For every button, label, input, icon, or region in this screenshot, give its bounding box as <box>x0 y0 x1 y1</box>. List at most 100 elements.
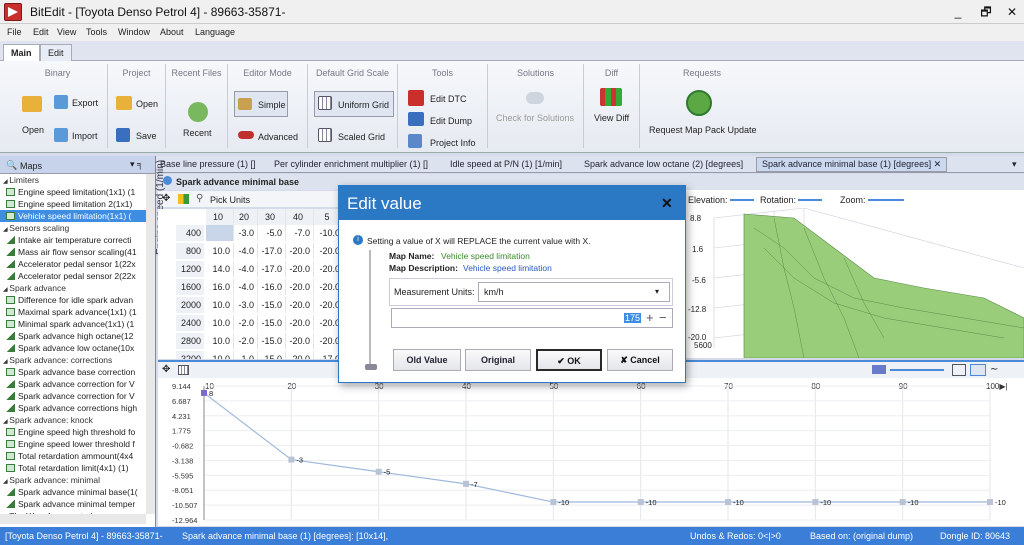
grid-cell[interactable]: -7.0 <box>286 225 314 241</box>
elevation-slider[interactable] <box>730 199 754 201</box>
grid-cell[interactable]: 20.0 <box>286 351 314 359</box>
recent-button[interactable]: Recent <box>183 128 212 138</box>
tree-item[interactable]: Difference for idle spark advan <box>0 294 146 306</box>
tree-item[interactable]: Spark advance corrections high <box>0 402 146 414</box>
grid-cell[interactable]: -15.0 <box>258 333 286 349</box>
data-point[interactable] <box>987 499 993 506</box>
grid-cell[interactable]: -20.0 <box>286 297 314 313</box>
grid-cell[interactable]: -17.0 <box>258 243 286 259</box>
grid-cell[interactable]: 16.0 <box>206 279 234 295</box>
tree-item[interactable]: Spark advance low octane(10x <box>0 342 146 354</box>
project-open-button[interactable]: Open <box>136 99 158 109</box>
grid-cell[interactable]: -4.0 <box>234 243 258 259</box>
grid-cell[interactable]: -17.0 <box>258 261 286 277</box>
grid-cell[interactable]: -5.0 <box>258 225 286 241</box>
color-map-icon[interactable] <box>178 194 189 204</box>
tree-item[interactable]: Spark advance correction for V <box>0 390 146 402</box>
tree-category[interactable]: ◢ Spark advance: corrections <box>0 354 146 366</box>
restore-button[interactable]: 🗗 <box>972 3 1000 21</box>
tree-item[interactable]: Spark advance base correction <box>0 366 146 378</box>
line-mode-icon[interactable] <box>970 364 986 376</box>
tree-item[interactable]: Mass air flow sensor scaling(41 <box>0 246 146 258</box>
request-update-button[interactable]: Request Map Pack Update <box>649 125 757 135</box>
tab-edit[interactable]: Edit <box>40 44 72 61</box>
grid-cell[interactable]: 1.0 <box>234 351 258 359</box>
grid-cell[interactable]: -15.0 <box>258 297 286 313</box>
data-point[interactable] <box>375 468 382 475</box>
grid-cell[interactable]: -15.0 <box>258 315 286 331</box>
3d-view[interactable]: Elevation: Rotation: Zoom: 8.8 1.6 -5.6 … <box>684 190 1024 358</box>
grid-cell[interactable]: -20.0 <box>286 261 314 277</box>
decrement-button[interactable]: − <box>659 310 667 325</box>
tree-item[interactable]: Spark advance minimal temper <box>0 498 146 510</box>
old-value-button[interactable]: Old Value <box>393 349 461 371</box>
map-grid[interactable]: 10 20 30 40 5 400 8.0 -3.0 -5.0 -7.0 -10.0 800 10.0-… <box>158 209 348 359</box>
menu-language[interactable]: Language <box>195 27 235 37</box>
tree-category[interactable]: ◢ Sensors scaling <box>0 222 146 234</box>
menu-view[interactable]: View <box>57 27 76 37</box>
value-input[interactable]: 175 + − <box>391 308 673 328</box>
tree-item[interactable]: Engine speed high threshold fo <box>0 426 146 438</box>
tree-item[interactable]: Accelerator pedal sensor 2(22x <box>0 270 146 282</box>
original-button[interactable]: Original <box>465 349 531 371</box>
data-point[interactable] <box>725 499 731 506</box>
tree-item[interactable]: Accelerator pedal sensor 1(22x <box>0 258 146 270</box>
grid-cell[interactable]: -3.0 <box>234 297 258 313</box>
grid-cell[interactable]: -20.0 <box>286 279 314 295</box>
2d-chart[interactable]: ✥ ∼ 10 20 30 40 50 60 70 80 90 100▶| 9.144 6.687 4.2… <box>158 360 1024 526</box>
open-binary-button[interactable]: Open <box>22 125 44 135</box>
tab-spark-advance-minimal-base[interactable]: Spark advance minimal base (1) [degrees]… <box>756 157 948 172</box>
grid-cell[interactable]: 8.0 <box>206 225 234 241</box>
edit-dump-button[interactable]: Edit Dump <box>430 116 472 126</box>
increment-button[interactable]: + <box>646 310 654 325</box>
close-button[interactable]: ✕ <box>1000 3 1024 21</box>
rotation-slider[interactable] <box>798 199 822 201</box>
check-solutions-button[interactable]: Check for Solutions <box>496 113 574 123</box>
menu-about[interactable]: About <box>160 27 184 37</box>
tree-item[interactable]: Engine speed limitation(1x1) (1 <box>0 186 146 198</box>
tab-list-dropdown[interactable]: ▾ <box>1012 159 1017 170</box>
data-point[interactable] <box>288 456 295 463</box>
grid-cell[interactable]: 10.0 <box>206 351 234 359</box>
grid-cell[interactable]: 10.0 <box>206 243 234 259</box>
data-point[interactable] <box>201 389 207 396</box>
data-point[interactable] <box>899 499 906 506</box>
grid-cell[interactable]: -3.0 <box>234 225 258 241</box>
import-button[interactable]: Import <box>72 131 98 141</box>
value-slider-track[interactable] <box>369 250 371 366</box>
data-point[interactable] <box>637 499 644 506</box>
tree-item[interactable]: Spark advance high octane(12 <box>0 330 146 342</box>
save-button[interactable]: Save <box>136 131 157 141</box>
grid-cell[interactable]: 14.0 <box>206 261 234 277</box>
tree-category[interactable]: ◢ Spark advance <box>0 282 146 294</box>
grid-toggle-icon[interactable] <box>952 364 966 376</box>
grid-cell[interactable]: -20.0 <box>286 315 314 331</box>
data-point[interactable] <box>463 480 469 487</box>
grid-cell[interactable]: 15.0 <box>258 351 286 359</box>
tree-category[interactable]: ◢ Spark advance: minimal <box>0 474 146 486</box>
units-select[interactable]: km/h ▾ <box>478 282 670 302</box>
curve-mode-icon[interactable]: ∼ <box>990 364 998 375</box>
tree-item[interactable]: Minimal spark advance(1x1) (1 <box>0 318 146 330</box>
table-view-icon[interactable] <box>178 365 189 375</box>
edit-dtc-button[interactable]: Edit DTC <box>430 94 467 104</box>
tree-item[interactable]: Spark advance correction for V <box>0 378 146 390</box>
menu-file[interactable]: File <box>7 27 22 37</box>
tree-item[interactable]: Engine speed lower threshold f <box>0 438 146 450</box>
grid-cell[interactable]: -2.0 <box>234 333 258 349</box>
move-icon[interactable]: ✥ <box>162 364 170 375</box>
view-diff-button[interactable]: View Diff <box>594 113 629 123</box>
export-button[interactable]: Export <box>72 98 98 108</box>
tab-spark-advance-low-octane[interactable]: Spark advance low octane (2) [degrees] <box>584 159 743 169</box>
chart-zoom-slider[interactable] <box>890 369 944 371</box>
tab-base-line-pressure[interactable]: Base line pressure (1) [] <box>160 159 256 169</box>
pick-units-button[interactable]: Pick Units <box>210 195 250 205</box>
tree-item[interactable]: Intake air temperature correcti <box>0 234 146 246</box>
data-point[interactable] <box>812 499 819 506</box>
grid-cell[interactable]: -2.0 <box>234 315 258 331</box>
menu-window[interactable]: Window <box>118 27 150 37</box>
tree-item[interactable]: Vehicle speed limitation(1x1) ( <box>0 210 146 222</box>
grid-cell[interactable]: -16.0 <box>258 279 286 295</box>
tab-per-cylinder-enrichment[interactable]: Per cylinder enrichment multiplier (1) [… <box>274 159 428 169</box>
project-info-button[interactable]: Project Info <box>430 138 476 148</box>
